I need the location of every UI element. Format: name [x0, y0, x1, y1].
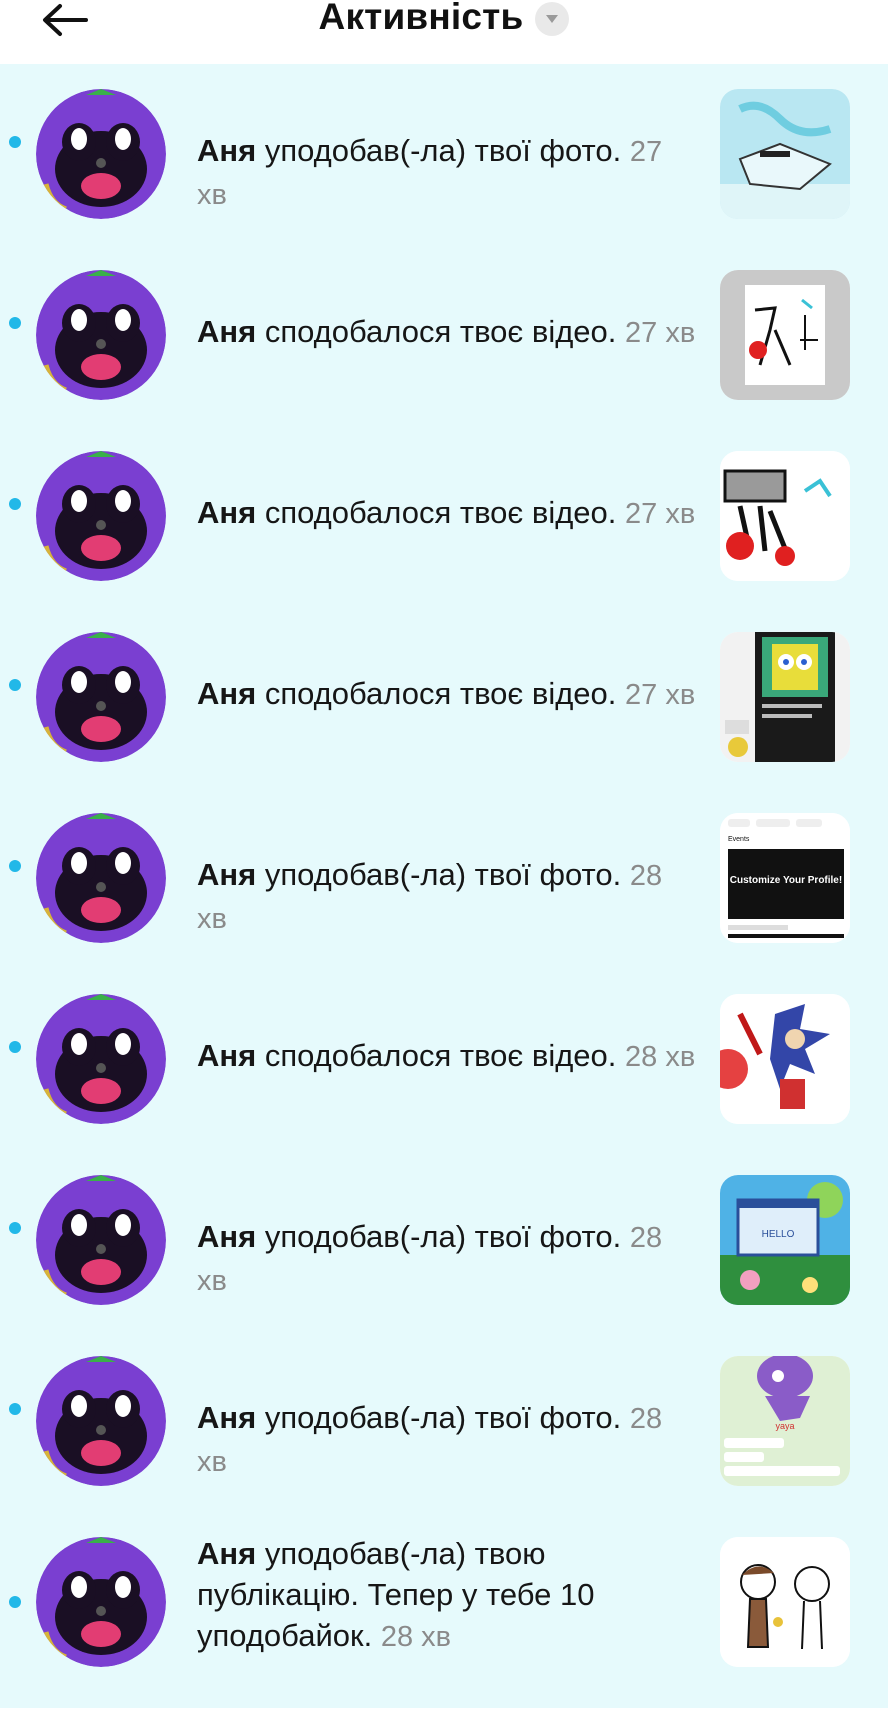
- unread-dot: [9, 1596, 21, 1608]
- notification-row[interactable]: Аня уподобав(-ла) твої фото. 27 хв: [0, 64, 888, 245]
- events-label: Events: [728, 836, 750, 843]
- avatar[interactable]: [36, 451, 166, 581]
- post-thumbnail[interactable]: [720, 89, 850, 219]
- unread-dot: [9, 1222, 21, 1234]
- video-thumbnail[interactable]: [720, 994, 850, 1124]
- post-thumbnail[interactable]: [720, 1537, 850, 1667]
- notification-row[interactable]: Аня уподобав(-ла) твою публікацію. Тепер…: [0, 1512, 888, 1693]
- notification-text: Аня уподобав(-ла) твої фото. 27 хв: [197, 130, 697, 216]
- thumb-hello-text: HELLO: [762, 1229, 795, 1240]
- title-dropdown-button[interactable]: [535, 2, 570, 36]
- timestamp: 27 хв: [625, 498, 696, 530]
- avatar[interactable]: [36, 1356, 166, 1486]
- username[interactable]: Аня: [197, 133, 256, 168]
- avatar[interactable]: [36, 270, 166, 400]
- action-text: уподобав(-ла) твої фото.: [264, 857, 622, 892]
- notification-row[interactable]: Аня сподобалося твоє відео. 27 хв: [0, 607, 888, 788]
- unread-dot: [9, 498, 21, 510]
- username[interactable]: Аня: [197, 1400, 256, 1435]
- notification-text: Аня уподобав(-ла) твою публікацію. Тепер…: [197, 1533, 627, 1658]
- notification-row[interactable]: Аня уподобав(-ла) твої фото. 28 хв Event…: [0, 788, 888, 969]
- unread-dot: [9, 679, 21, 691]
- unread-dot: [9, 317, 21, 329]
- username[interactable]: Аня: [197, 676, 256, 711]
- unread-dot: [9, 860, 21, 872]
- notification-text: Аня уподобав(-ла) твої фото. 28 хв: [197, 854, 697, 940]
- notification-text: Аня уподобав(-ла) твої фото. 28 хв: [197, 1216, 697, 1302]
- timestamp: 27 хв: [625, 317, 696, 349]
- page-title: Активність: [318, 0, 524, 37]
- timestamp: 28 хв: [625, 1041, 696, 1073]
- unread-dot: [9, 1403, 21, 1415]
- unread-dot: [9, 1041, 21, 1053]
- notification-text: Аня сподобалося твоє відео. 27 хв: [197, 673, 697, 716]
- action-text: сподобалося твоє відео.: [264, 1038, 617, 1073]
- action-text: сподобалося твоє відео.: [264, 314, 617, 349]
- timestamp: 28 хв: [380, 1621, 452, 1653]
- username[interactable]: Аня: [197, 1038, 256, 1073]
- action-text: уподобав(-ла) твої фото.: [264, 133, 622, 168]
- username[interactable]: Аня: [197, 1536, 256, 1571]
- username[interactable]: Аня: [197, 1219, 256, 1254]
- notification-row[interactable]: Аня сподобалося твоє відео. 28 хв: [0, 969, 888, 1150]
- action-text: сподобалося твоє відео.: [264, 676, 617, 711]
- events-banner: Customize Your Profile!: [730, 875, 842, 886]
- notification-text: Аня сподобалося твоє відео. 27 хв: [197, 311, 697, 354]
- notification-text: Аня уподобав(-ла) твої фото. 28 хв: [197, 1397, 697, 1483]
- chevron-down-icon: [546, 15, 559, 23]
- post-thumbnail[interactable]: yaya: [720, 1356, 850, 1486]
- avatar[interactable]: [36, 1175, 166, 1305]
- username[interactable]: Аня: [197, 495, 256, 530]
- post-thumbnail[interactable]: Events Customize Your Profile!: [720, 813, 850, 943]
- notification-row[interactable]: Аня сподобалося твоє відео. 27 хв: [0, 245, 888, 426]
- notification-text: Аня сподобалося твоє відео. 28 хв: [197, 1035, 697, 1078]
- avatar[interactable]: [36, 1537, 166, 1667]
- notification-row[interactable]: Аня сподобалося твоє відео. 27 хв: [0, 426, 888, 607]
- avatar[interactable]: [36, 632, 166, 762]
- top-bar: Активність: [0, 0, 888, 64]
- notification-text: Аня сподобалося твоє відео. 27 хв: [197, 492, 697, 535]
- notification-row[interactable]: Аня уподобав(-ла) твої фото. 28 хв yaya: [0, 1331, 888, 1512]
- avatar[interactable]: [36, 813, 166, 943]
- avatar[interactable]: [36, 994, 166, 1124]
- action-text: сподобалося твоє відео.: [264, 495, 617, 530]
- notification-row[interactable]: Аня уподобав(-ла) твої фото. 28 хв HELLO: [0, 1150, 888, 1331]
- username[interactable]: Аня: [197, 314, 256, 349]
- unread-dot: [9, 136, 21, 148]
- activity-list: Аня уподобав(-ла) твої фото. 27 хв Аня с…: [0, 64, 888, 1708]
- username[interactable]: Аня: [197, 857, 256, 892]
- post-thumbnail[interactable]: HELLO: [720, 1175, 850, 1305]
- timestamp: 27 хв: [625, 679, 696, 711]
- video-thumbnail[interactable]: [720, 270, 850, 400]
- avatar[interactable]: [36, 89, 166, 219]
- video-thumbnail[interactable]: [720, 632, 850, 762]
- thumb-yaya-text: yaya: [775, 1421, 794, 1431]
- action-text: уподобав(-ла) твої фото.: [264, 1219, 622, 1254]
- action-text: уподобав(-ла) твої фото.: [264, 1400, 622, 1435]
- video-thumbnail[interactable]: [720, 451, 850, 581]
